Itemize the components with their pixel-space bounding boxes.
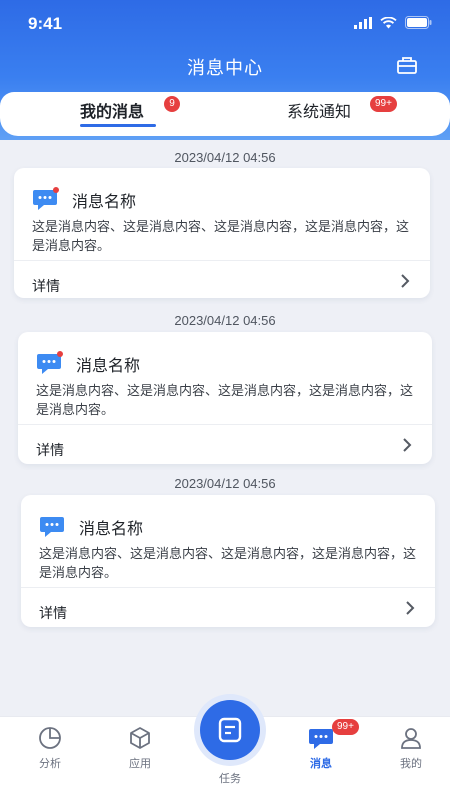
chevron-right-icon[interactable] (400, 436, 414, 454)
page-title: 消息中心 (187, 58, 263, 79)
tabbar-label: 消息 (310, 757, 332, 770)
chevron-right-icon[interactable] (403, 599, 417, 617)
tab-label: 我的消息 (80, 102, 145, 121)
message-card[interactable]: 消息名称 这是消息内容、这是消息内容、这是消息内容，这是消息内容，这是消息内容。… (18, 332, 432, 464)
message-body: 这是消息内容、这是消息内容、这是消息内容，这是消息内容，这是消息内容。 (39, 547, 417, 581)
message-time: 2023/04/12 04:56 (174, 150, 276, 165)
tabbar-item-apps[interactable]: 应用 (110, 725, 170, 771)
chat-bubble-icon (33, 187, 59, 210)
task-button[interactable] (200, 700, 260, 760)
message-time: 2023/04/12 04:56 (174, 476, 276, 491)
status-time: 9:41 (28, 14, 63, 33)
tab-badge: 9 (164, 96, 180, 112)
message-title: 消息名称 (72, 192, 137, 211)
message-card[interactable]: 消息名称 这是消息内容、这是消息内容、这是消息内容，这是消息内容，这是消息内容。… (14, 168, 430, 298)
tabbar-label: 分析 (39, 757, 61, 770)
message-card[interactable]: 消息名称 这是消息内容、这是消息内容、这是消息内容，这是消息内容，这是消息内容。… (21, 495, 435, 627)
cube-icon (130, 727, 150, 749)
battery-icon (405, 16, 432, 29)
detail-link[interactable]: 详情 (32, 276, 60, 296)
status-icons (354, 16, 432, 29)
message-time: 2023/04/12 04:56 (174, 313, 276, 328)
tab-system-notices[interactable]: 系统通知 (287, 98, 351, 122)
chevron-right-icon[interactable] (398, 272, 412, 290)
card-divider (18, 424, 432, 425)
tabbar-item-profile[interactable]: 我的 (381, 725, 441, 771)
tab-label: 系统通知 (287, 102, 352, 121)
user-icon (401, 728, 421, 749)
tabbar-label: 应用 (129, 757, 151, 770)
message-title: 消息名称 (76, 356, 141, 375)
card-divider (14, 260, 430, 261)
tab-my-messages[interactable]: 我的消息 (80, 98, 144, 122)
message-title: 消息名称 (79, 519, 144, 538)
chat-bubble-icon (37, 351, 63, 374)
tabbar-label: 我的 (400, 757, 422, 770)
signal-icon (354, 16, 372, 29)
tab-badge: 99+ (370, 96, 397, 112)
toolbox-icon[interactable] (394, 52, 420, 78)
wifi-icon (380, 16, 397, 28)
pie-chart-icon (39, 727, 61, 749)
message-tabs: 我的消息 9 系统通知 99+ (0, 92, 450, 136)
detail-link[interactable]: 详情 (36, 440, 64, 460)
tabbar-item-analysis[interactable]: 分析 (20, 725, 80, 771)
chat-bubble-icon (40, 517, 64, 537)
status-bar: 9:41 (0, 10, 450, 38)
message-body: 这是消息内容、这是消息内容、这是消息内容，这是消息内容，这是消息内容。 (32, 220, 410, 254)
task-icon (218, 717, 242, 743)
tabbar-label: 任务 (219, 772, 241, 785)
message-body: 这是消息内容、这是消息内容、这是消息内容，这是消息内容，这是消息内容。 (36, 384, 414, 418)
chat-icon (309, 729, 333, 749)
active-tab-indicator (80, 124, 156, 127)
tabbar-badge: 99+ (332, 719, 359, 735)
detail-link[interactable]: 详情 (39, 603, 67, 623)
card-divider (21, 587, 435, 588)
